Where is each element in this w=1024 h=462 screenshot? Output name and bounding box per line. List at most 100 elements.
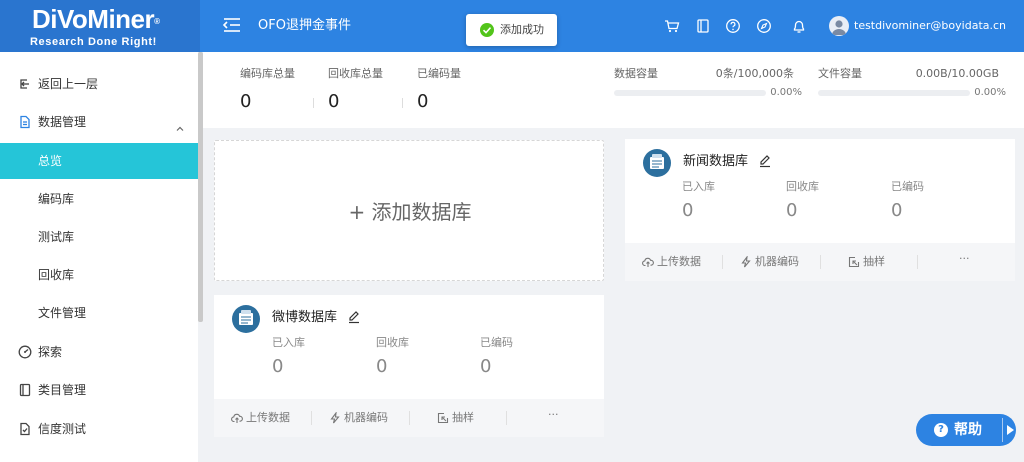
registered-mark: ® (154, 17, 160, 26)
compass-icon[interactable] (756, 18, 772, 34)
coding-total-value: 0 (240, 91, 252, 112)
recycle-value: 0 (786, 200, 798, 221)
coded-value: 0 (891, 200, 903, 221)
coding-total-label: 编码库总量 (240, 67, 295, 80)
brand-tagline: Research Done Right! (30, 36, 157, 48)
card-actions: 上传数据 机器编码 抽样 ··· (214, 399, 604, 437)
divider (1002, 418, 1003, 442)
sidebar-item-label: 测试库 (38, 230, 75, 244)
sidebar-item-overview[interactable]: 总览 (0, 143, 198, 179)
sidebar-item-coding-library[interactable]: 编码库 (0, 181, 198, 217)
sidebar-item-category-management[interactable]: 类目管理 (0, 372, 198, 408)
bell-icon[interactable] (791, 18, 807, 34)
sidebar-item-label: 类目管理 (38, 383, 87, 397)
lightning-icon (740, 256, 752, 268)
more-button[interactable]: ··· (507, 399, 604, 437)
recycle-total-label: 回收库总量 (328, 67, 383, 80)
recycle-total-value: 0 (328, 91, 340, 112)
check-circle-icon (480, 23, 494, 37)
sidebar-item-data-management[interactable]: 数据管理 (0, 104, 198, 140)
brand-name: DiVoMiner (32, 4, 155, 34)
recycle-value: 0 (376, 356, 388, 377)
lightning-icon (329, 412, 341, 424)
back-icon (18, 77, 32, 91)
project-title: OFO退押金事件 (258, 18, 351, 33)
action-label: 上传数据 (246, 411, 290, 424)
avatar[interactable] (829, 16, 849, 36)
sidebar-item-label: 回收库 (38, 268, 75, 282)
sidebar-item-back[interactable]: 返回上一层 (0, 66, 198, 102)
coded-total-value: 0 (417, 91, 429, 112)
imported-value: 0 (682, 200, 694, 221)
database-icon (232, 305, 260, 333)
more-icon: ··· (959, 252, 970, 265)
edit-icon[interactable] (758, 154, 772, 168)
help-circle-icon[interactable] (725, 18, 741, 34)
toast-message: 添加成功 (500, 23, 544, 36)
cloud-upload-icon (642, 256, 654, 268)
recycle-label: 回收库 (376, 336, 409, 349)
reliability-icon (18, 422, 32, 436)
sidebar-item-label: 编码库 (38, 192, 75, 206)
book-icon[interactable] (695, 18, 711, 34)
file-capacity-value: 0.00B/10.00GB (915, 67, 999, 80)
sidebar-item-explore[interactable]: 探索 (0, 334, 198, 370)
dashboard-icon (18, 345, 32, 359)
data-capacity-label: 数据容量 (614, 67, 658, 80)
add-database-button[interactable]: + 添加数据库 (214, 140, 604, 281)
file-capacity-percent: 0.00% (974, 87, 1006, 98)
help-button[interactable]: ? 帮助 (916, 414, 1016, 446)
action-label: 抽样 (863, 255, 885, 268)
coded-total-label: 已编码量 (417, 67, 461, 80)
machine-coding-button[interactable]: 机器编码 (723, 243, 820, 281)
cart-icon[interactable] (664, 18, 680, 34)
upload-data-button[interactable]: 上传数据 (214, 399, 311, 437)
sidebar: 返回上一层 数据管理 总览 编码库 测试库 回收库 文件管理 探索 类目管理 信… (0, 52, 198, 462)
database-card-news[interactable]: 新闻数据库 已入库 0 回收库 0 已编码 0 上传数据 机器编码 抽样 ··· (625, 139, 1015, 281)
sidebar-item-file-management[interactable]: 文件管理 (0, 295, 198, 331)
sidebar-item-recycle-library[interactable]: 回收库 (0, 257, 198, 293)
username[interactable]: testdivominer@boyidata.cn (854, 17, 1006, 35)
sidebar-item-test-library[interactable]: 测试库 (0, 219, 198, 255)
coded-value: 0 (480, 356, 492, 377)
file-icon (18, 115, 32, 129)
sampling-button[interactable]: 抽样 (410, 399, 507, 437)
success-toast: 添加成功 (466, 14, 557, 46)
more-icon: ··· (548, 408, 559, 421)
card-title: 新闻数据库 (683, 154, 749, 169)
sidebar-item-reliability-test[interactable]: 信度测试 (0, 411, 198, 447)
divider (402, 98, 403, 108)
top-header: DiVoMiner® Research Done Right! OFO退押金事件… (0, 0, 1024, 52)
help-circle-icon: ? (934, 423, 948, 437)
card-actions: 上传数据 机器编码 抽样 ··· (625, 243, 1015, 281)
sidebar-item-label: 返回上一层 (38, 77, 99, 91)
action-label: 上传数据 (657, 255, 701, 268)
brand-logo[interactable]: DiVoMiner® Research Done Right! (0, 0, 200, 52)
file-capacity-label: 文件容量 (818, 67, 862, 80)
sidebar-item-label: 数据管理 (38, 115, 87, 129)
edit-icon[interactable] (347, 310, 361, 324)
action-label: 抽样 (452, 411, 474, 424)
add-database-label: + 添加数据库 (348, 200, 472, 224)
imported-value: 0 (272, 356, 284, 377)
collapse-arrow-icon[interactable] (1007, 425, 1014, 435)
upload-data-button[interactable]: 上传数据 (625, 243, 722, 281)
sampling-button[interactable]: 抽样 (821, 243, 918, 281)
imported-label: 已入库 (272, 336, 305, 349)
coded-label: 已编码 (480, 336, 513, 349)
help-label: 帮助 (954, 422, 982, 438)
data-capacity-value: 0条/100,000条 (715, 67, 794, 80)
select-icon (848, 256, 860, 268)
coded-label: 已编码 (891, 180, 924, 193)
database-icon (643, 149, 671, 177)
sidebar-item-label: 探索 (38, 345, 63, 359)
cloud-upload-icon (231, 412, 243, 424)
menu-toggle-icon[interactable] (222, 16, 242, 34)
recycle-label: 回收库 (786, 180, 819, 193)
more-button[interactable]: ··· (918, 243, 1015, 281)
machine-coding-button[interactable]: 机器编码 (312, 399, 409, 437)
sidebar-item-label: 总览 (38, 154, 63, 168)
database-card-weibo[interactable]: 微博数据库 已入库 0 回收库 0 已编码 0 上传数据 机器编码 抽样 ··· (214, 295, 604, 437)
divider (313, 98, 314, 108)
stats-bar: 编码库总量 0 回收库总量 0 已编码量 0 数据容量 0条/100,000条 … (203, 52, 1024, 128)
